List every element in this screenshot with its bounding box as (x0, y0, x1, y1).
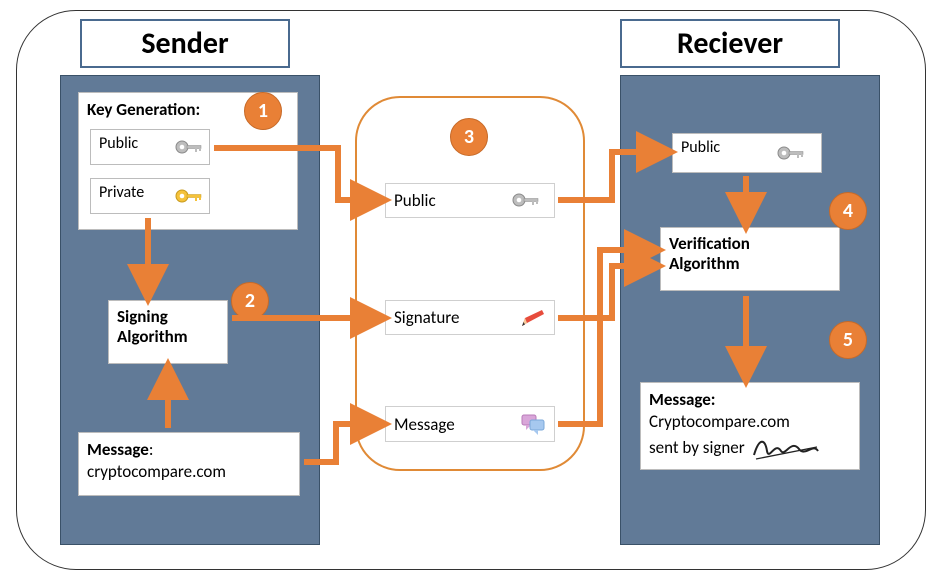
transport-public-box: Public (385, 183, 555, 218)
receiver-public-label: Public (681, 138, 720, 157)
transport-public-label: Public (394, 190, 436, 211)
receiver-msg-label: Message: (649, 389, 851, 411)
verification-box: Verification Algorithm (660, 227, 840, 291)
key-gold-icon (175, 187, 203, 205)
transport-signature-box: Signature (385, 300, 555, 335)
keygen-label: Key Generation: (87, 99, 200, 120)
key-gray-icon (175, 138, 203, 156)
receiver-message-box: Message: Cryptocompare.com sent by signe… (640, 382, 860, 470)
signing-l1: Signing (117, 307, 219, 327)
signing-box: Signing Algorithm (108, 300, 228, 364)
signing-l2: Algorithm (117, 327, 219, 347)
key-gray-icon (777, 144, 811, 164)
pencil-icon (520, 308, 546, 328)
receiver-title-text: Reciever (677, 25, 783, 62)
transport-signature-label: Signature (394, 307, 459, 328)
badge-2: 2 (231, 282, 269, 320)
sender-title: Sender (80, 19, 290, 68)
receiver-msg-l2: sent by signer (649, 437, 745, 459)
verify-l1: Verification (669, 234, 831, 254)
sender-public-label: Public (99, 134, 138, 153)
sender-message-value: cryptocompare.com (87, 461, 291, 483)
badge-3: 3 (450, 118, 488, 156)
sender-title-text: Sender (141, 25, 228, 62)
badge-5: 5 (829, 321, 867, 359)
chat-bubbles-icon (520, 413, 546, 435)
sender-public-box: Public (90, 129, 210, 165)
key-gray-icon (512, 191, 546, 211)
sender-message-box: Message: cryptocompare.com (78, 432, 300, 496)
transport-message-label: Message (394, 414, 455, 435)
verify-l2: Algorithm (669, 254, 831, 274)
sender-private-label: Private (99, 183, 144, 202)
transport-message-box: Message (385, 406, 555, 442)
sender-message-label: Message (87, 439, 149, 460)
signature-icon (751, 433, 821, 463)
sender-private-box: Private (90, 178, 210, 214)
badge-1: 1 (244, 92, 282, 130)
receiver-title: Reciever (620, 19, 840, 68)
badge-4: 4 (829, 192, 867, 230)
receiver-public-box: Public (672, 133, 822, 173)
receiver-msg-l1: Cryptocompare.com (649, 411, 851, 433)
